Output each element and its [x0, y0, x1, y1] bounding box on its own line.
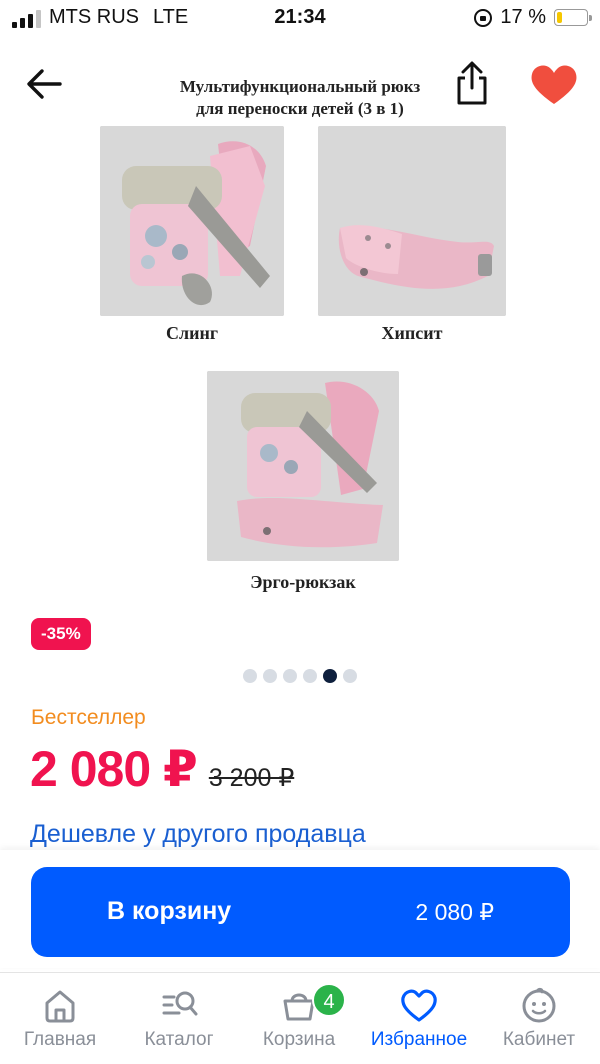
carousel-pagination[interactable]: [0, 669, 600, 683]
share-button[interactable]: [448, 58, 496, 108]
product-image-title-line-2: для переноски детей (3 в 1): [196, 99, 404, 118]
orientation-lock-icon: [474, 8, 493, 27]
status-bar: MTS RUS LTE 21:34 17 %: [0, 0, 600, 40]
product-image-title: Мультифункциональный рюкз для переноски …: [135, 76, 465, 120]
hipseat-image: [318, 126, 506, 316]
old-price: 3 200 ₽: [208, 764, 295, 792]
arrow-left-icon: [27, 69, 62, 99]
bottom-tab-bar: Главная Каталог 4 Корзина Избранное Каби…: [0, 972, 600, 1064]
ergo-backpack-image: [207, 371, 399, 561]
carousel-dot[interactable]: [243, 669, 257, 683]
current-price: 2 080 ₽: [30, 741, 198, 797]
carousel-dot[interactable]: [303, 669, 317, 683]
tab-profile[interactable]: Кабинет: [479, 983, 599, 1051]
hipseat-caption: Хипсит: [381, 323, 443, 343]
hipseat-photo: [318, 126, 506, 316]
add-to-cart-price: 2 080 ₽: [415, 899, 494, 925]
discount-badge: -35%: [31, 618, 91, 650]
tab-cart-label: Корзина: [262, 1029, 336, 1050]
tab-favorites-label: Избранное: [370, 1029, 468, 1050]
sling-carrier-image: [100, 126, 284, 316]
cheaper-seller-link[interactable]: Дешевле у другого продавца: [30, 820, 366, 849]
tab-profile-label: Кабинет: [502, 1029, 576, 1050]
share-icon: [457, 61, 487, 105]
heart-icon: [401, 989, 437, 1022]
heart-icon: [531, 65, 577, 104]
carousel-dot[interactable]: [323, 669, 337, 683]
add-to-cart-label: В корзину: [107, 897, 232, 925]
ergo-backpack-caption: Эрго-рюкзак: [250, 572, 356, 592]
sling-photo: [100, 126, 284, 316]
battery-icon: [554, 9, 592, 26]
status-bar-right: 17 %: [474, 6, 592, 29]
tab-home[interactable]: Главная: [0, 983, 120, 1051]
tab-favorites[interactable]: Избранное: [359, 983, 479, 1051]
smiley-face-icon: [522, 987, 556, 1023]
sling-caption: Слинг: [165, 323, 218, 343]
back-button[interactable]: [22, 62, 66, 106]
favorite-button[interactable]: [528, 60, 580, 108]
add-to-cart-button[interactable]: В корзину 2 080 ₽: [31, 867, 570, 957]
battery-level: [557, 12, 562, 23]
tab-catalog[interactable]: Каталог: [119, 983, 239, 1051]
price-row: 2 080 ₽ 3 200 ₽: [30, 740, 294, 798]
carousel-dot[interactable]: [283, 669, 297, 683]
carousel-dot[interactable]: [263, 669, 277, 683]
tab-cart[interactable]: 4 Корзина: [239, 983, 359, 1051]
battery-percent: 17 %: [500, 6, 546, 28]
carousel-dot[interactable]: [343, 669, 357, 683]
tab-catalog-label: Каталог: [144, 1029, 214, 1050]
catalog-search-icon: [162, 991, 198, 1016]
tab-home-label: Главная: [23, 1029, 97, 1050]
bestseller-label: Бестселлер: [31, 706, 146, 729]
cart-count-badge: 4: [312, 983, 346, 1017]
ergo-backpack-photo: [207, 371, 399, 561]
home-icon: [45, 990, 75, 1023]
product-image-title-line-1: Мультифункциональный рюкз: [179, 77, 421, 96]
